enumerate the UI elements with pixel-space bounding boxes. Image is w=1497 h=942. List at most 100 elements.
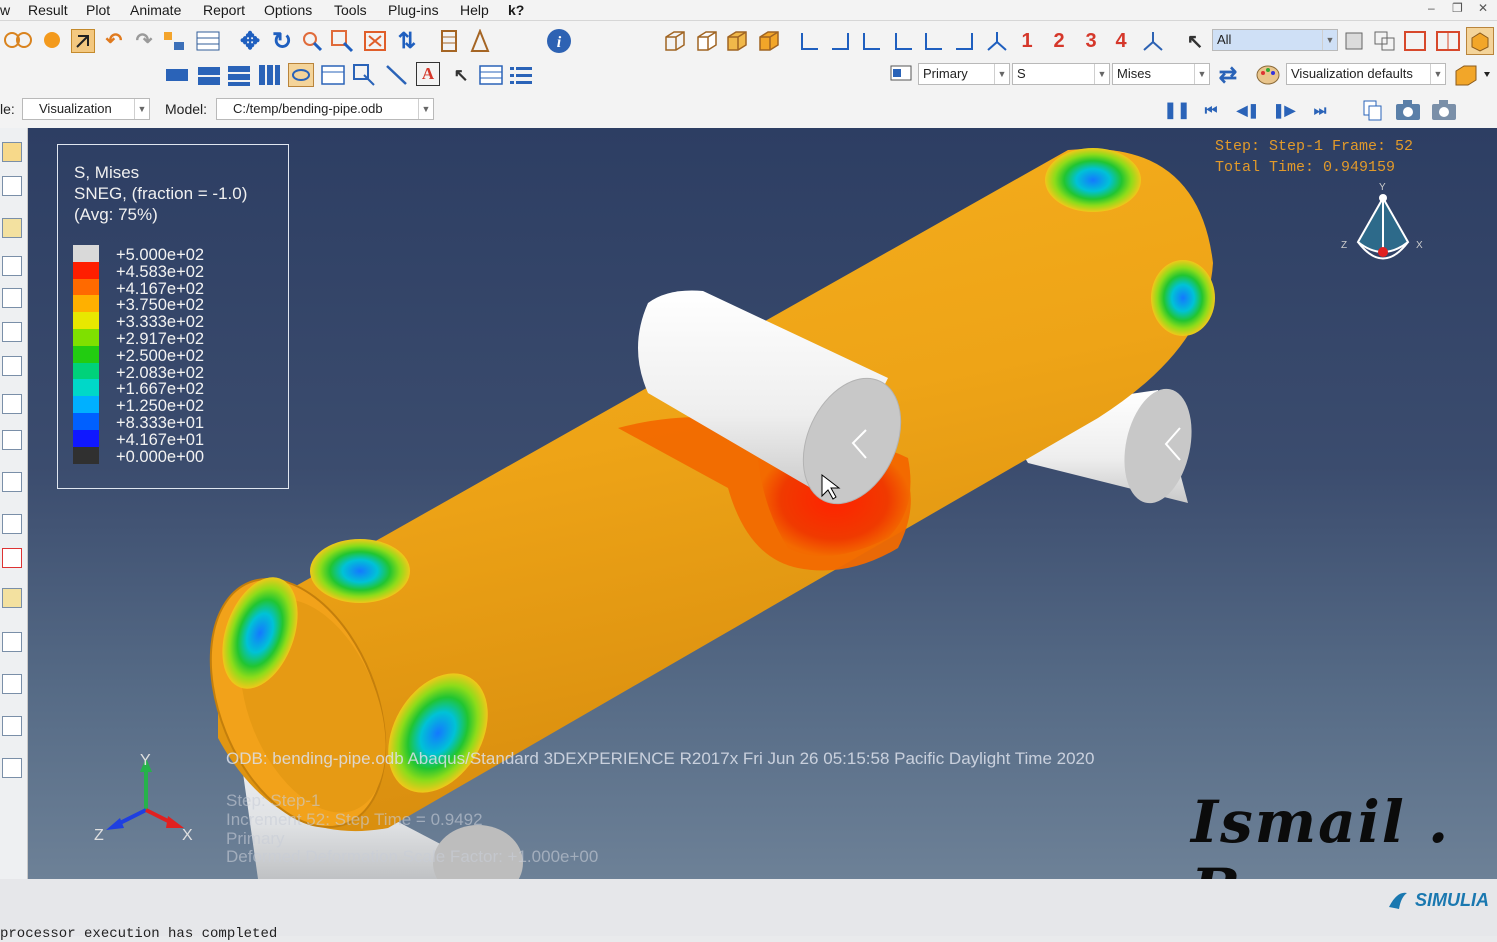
toolbox-symbol-icon[interactable] bbox=[2, 218, 22, 238]
sync-icon[interactable]: ⇄ bbox=[1214, 62, 1242, 87]
zoom-icon[interactable] bbox=[300, 29, 324, 53]
menu-plot[interactable]: Plot bbox=[86, 2, 110, 18]
viewport-canvas[interactable]: S, Mises SNEG, (fraction = -1.0) (Avg: 7… bbox=[28, 128, 1497, 879]
front-view-icon[interactable] bbox=[798, 29, 824, 53]
right-view-icon[interactable] bbox=[952, 29, 978, 53]
user-view-3-button[interactable]: 3 bbox=[1080, 29, 1102, 53]
camera-icon[interactable] bbox=[1394, 97, 1422, 123]
plot-overlay-icon[interactable] bbox=[288, 63, 314, 87]
undo-icon[interactable]: ↶ bbox=[104, 30, 124, 52]
cycle-views-icon[interactable]: ⇅ bbox=[396, 28, 418, 53]
module-select[interactable]: Visualization ▼ bbox=[22, 98, 150, 120]
output-invariant-select[interactable]: Mises ▼ bbox=[1112, 63, 1210, 85]
restore-icon[interactable]: ❐ bbox=[1452, 1, 1463, 15]
menu-help[interactable]: Help bbox=[460, 2, 489, 18]
table-icon[interactable] bbox=[196, 30, 220, 52]
arrow-annotation-icon[interactable] bbox=[384, 63, 410, 87]
model-select[interactable]: C:/temp/bending-pipe.odb ▼ bbox=[216, 98, 434, 120]
shaded-icon[interactable] bbox=[756, 29, 782, 53]
plot-contours-icon[interactable] bbox=[226, 63, 252, 87]
toolbox-list4-icon[interactable] bbox=[2, 356, 22, 376]
user-view-1-button[interactable]: 1 bbox=[1016, 29, 1038, 53]
last-frame-icon[interactable]: ⏭ bbox=[1306, 99, 1334, 121]
visualization-defaults-select[interactable]: Visualization defaults ▼ bbox=[1286, 63, 1446, 85]
redo-icon[interactable]: ↷ bbox=[134, 30, 154, 52]
output-category-select[interactable]: Primary ▼ bbox=[918, 63, 1010, 85]
field-output-dialog-icon[interactable] bbox=[888, 63, 916, 89]
minimize-icon[interactable]: – bbox=[1428, 1, 1435, 15]
wireframe-icon[interactable] bbox=[662, 29, 688, 53]
display-group-manager-icon[interactable] bbox=[1372, 29, 1398, 53]
toolbox-result-icon[interactable] bbox=[2, 142, 22, 162]
iso-view-icon[interactable] bbox=[984, 29, 1010, 53]
toolbox-contour-icon[interactable] bbox=[2, 176, 22, 196]
toolbox-chart-icon[interactable] bbox=[2, 394, 22, 414]
sphere-icon[interactable] bbox=[42, 30, 62, 50]
toolbox-list3-icon[interactable] bbox=[2, 322, 22, 342]
field-output-icon[interactable] bbox=[478, 63, 504, 87]
hidden-line-icon[interactable] bbox=[694, 29, 720, 53]
mesh-icon[interactable] bbox=[1434, 29, 1462, 53]
box-zoom-icon[interactable] bbox=[330, 29, 354, 53]
info-icon[interactable]: i bbox=[546, 28, 572, 54]
back-view-icon[interactable] bbox=[828, 29, 854, 53]
output-variable-select[interactable]: S ▼ bbox=[1012, 63, 1110, 85]
previous-frame-icon[interactable]: ◀❚ bbox=[1236, 99, 1260, 121]
display-group-icon[interactable] bbox=[1342, 29, 1366, 53]
select-tree-icon[interactable] bbox=[162, 30, 188, 52]
top-view-icon[interactable] bbox=[860, 29, 886, 53]
toolbox-table-icon[interactable] bbox=[2, 472, 22, 492]
replace-selected-icon[interactable] bbox=[438, 29, 460, 53]
plot-undeformed-icon[interactable] bbox=[164, 63, 190, 87]
text-annotation-icon[interactable]: A bbox=[416, 62, 440, 86]
common-options-icon[interactable] bbox=[320, 63, 346, 87]
probe-values-icon[interactable] bbox=[352, 63, 378, 87]
view-manipulation-icon[interactable] bbox=[1452, 62, 1494, 88]
context-help-icon[interactable]: k? bbox=[508, 2, 524, 18]
pan-icon[interactable]: ✥ bbox=[238, 28, 262, 55]
left-view-icon[interactable] bbox=[922, 29, 948, 53]
toolbox-report4-icon[interactable] bbox=[2, 758, 22, 778]
copy-icon[interactable] bbox=[1360, 98, 1384, 122]
render-style-icon[interactable] bbox=[4, 31, 34, 49]
bottom-view-icon[interactable] bbox=[892, 29, 918, 53]
selection-filter-select[interactable]: All ▼ bbox=[1212, 29, 1338, 51]
menu-fragment[interactable]: w bbox=[0, 2, 10, 18]
menu-result[interactable]: Result bbox=[28, 2, 68, 18]
movie-camera-icon[interactable] bbox=[1430, 97, 1458, 123]
rotate-icon[interactable]: ↻ bbox=[270, 28, 294, 55]
menu-report[interactable]: Report bbox=[203, 2, 245, 18]
user-view-2-button[interactable]: 2 bbox=[1048, 29, 1070, 53]
plot-symbols-icon[interactable] bbox=[256, 63, 282, 87]
toolbox-report-icon[interactable] bbox=[2, 632, 22, 652]
view-cube-icon[interactable]: Y Z X bbox=[1338, 180, 1428, 290]
close-icon[interactable]: ✕ bbox=[1478, 1, 1488, 15]
replace-icon[interactable] bbox=[1402, 29, 1428, 53]
render-options-icon[interactable] bbox=[1466, 27, 1494, 55]
auto-fit-icon[interactable] bbox=[362, 29, 388, 53]
menu-plugins[interactable]: Plug-ins bbox=[388, 2, 439, 18]
next-frame-icon[interactable]: ❚▶ bbox=[1272, 99, 1296, 121]
select-cursor-icon[interactable]: ↖ bbox=[1184, 29, 1206, 53]
toolbox-grid-icon[interactable] bbox=[2, 430, 22, 450]
list-icon[interactable] bbox=[508, 63, 534, 87]
toolbox-list2-icon[interactable] bbox=[2, 288, 22, 308]
menu-tools[interactable]: Tools bbox=[334, 2, 367, 18]
menu-animate[interactable]: Animate bbox=[130, 2, 181, 18]
remove-selected-icon[interactable] bbox=[468, 29, 492, 53]
toolbox-list-icon[interactable] bbox=[2, 256, 22, 276]
menu-options[interactable]: Options bbox=[264, 2, 312, 18]
query-icon[interactable] bbox=[71, 29, 95, 53]
first-frame-icon[interactable]: ⏮ bbox=[1198, 99, 1224, 121]
toolbox-table2-icon[interactable] bbox=[2, 514, 22, 534]
plot-deformed-icon[interactable] bbox=[196, 63, 222, 87]
filled-icon[interactable] bbox=[724, 29, 750, 53]
pause-icon[interactable]: ❚❚ bbox=[1164, 99, 1191, 121]
triad-view-icon[interactable] bbox=[1140, 29, 1166, 53]
toolbox-report3-icon[interactable] bbox=[2, 716, 22, 736]
toolbox-report2-icon[interactable] bbox=[2, 674, 22, 694]
toolbox-path-icon[interactable] bbox=[2, 588, 22, 608]
palette-icon[interactable] bbox=[1254, 62, 1282, 88]
toolbox-xy-plot-icon[interactable] bbox=[2, 548, 22, 568]
annotation-pointer-icon[interactable]: ↖ bbox=[450, 63, 472, 87]
